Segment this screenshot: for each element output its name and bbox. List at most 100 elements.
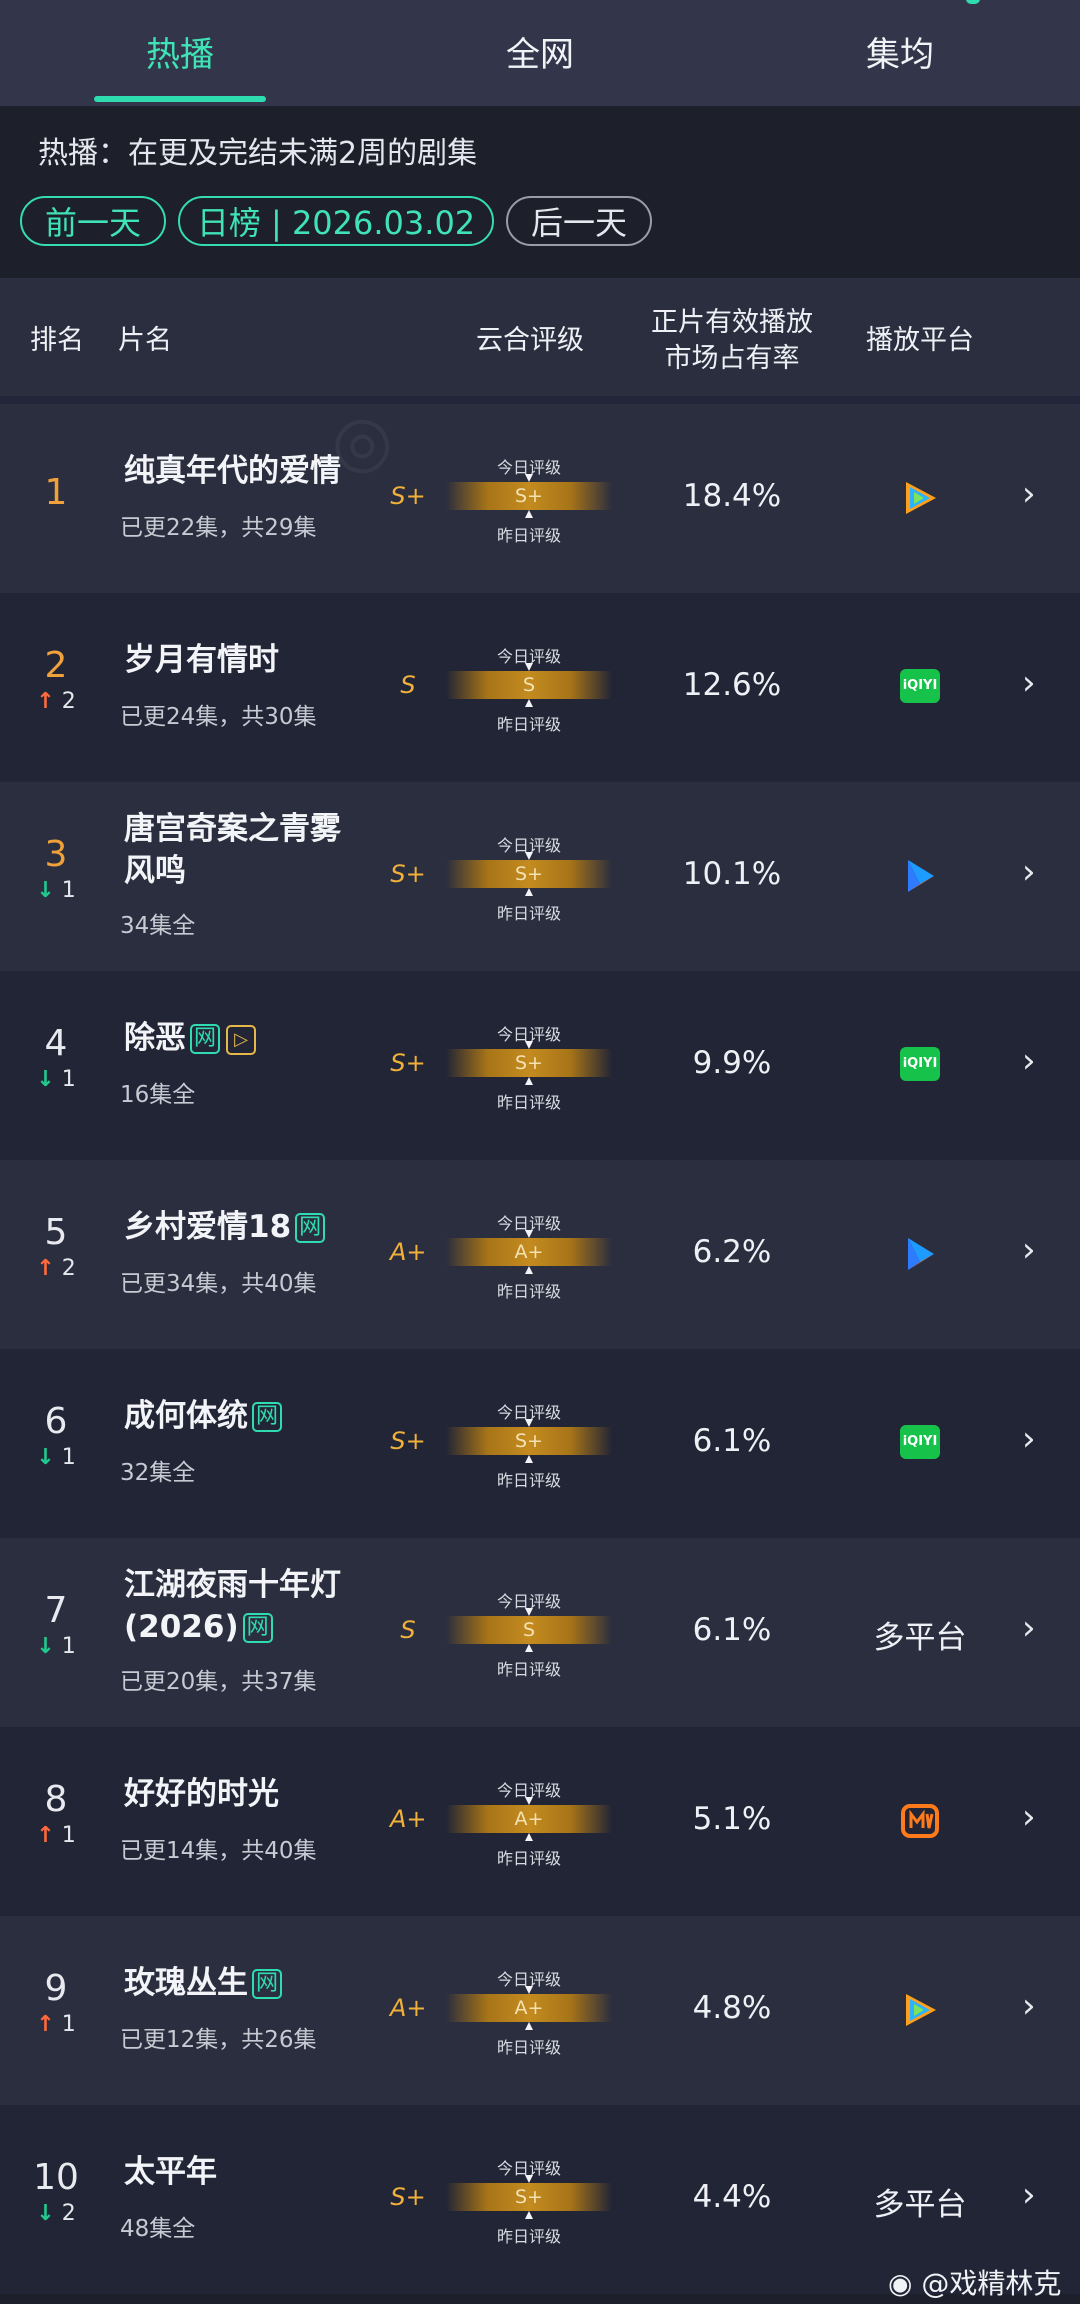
drama-title[interactable]: 太平年 — [124, 2151, 217, 2193]
rank-number: 5 — [44, 1212, 68, 1253]
episode-status: 48集全 — [120, 2216, 196, 2242]
market-share: 6.2% — [692, 1234, 772, 1270]
drama-title[interactable]: 唐宫奇案之青雾 风鸣 — [124, 808, 341, 892]
header-share-line1: 正片有效播放 — [651, 307, 813, 338]
table-row[interactable]: 8 ↑ 1 好好的时光 已更14集，共40集 A+ 今日评级 A+ 昨日评级 5.1% › — [0, 1727, 1080, 1916]
yesterday-grade: S+ — [390, 2183, 426, 2211]
rank-change-value: 2 — [61, 1256, 76, 1281]
today-marker-icon — [525, 663, 533, 671]
arrow-down-icon: ↓ — [36, 1634, 55, 1659]
today-marker-icon — [525, 1797, 533, 1805]
rank-change-value: 2 — [61, 689, 76, 714]
rank-change-value: 1 — [61, 2012, 76, 2037]
iqiyi-icon: iQIYI — [900, 1425, 940, 1459]
drama-title-text: 成何体统 — [124, 1398, 248, 1434]
tab-all-network[interactable]: 全网 — [420, 0, 660, 106]
youku-icon — [908, 860, 934, 892]
rank-change: ↑ 1 — [0, 2012, 112, 2037]
arrow-up-icon: ↑ — [36, 1823, 55, 1848]
grade-gauge: S — [446, 1616, 612, 1644]
table-header: 排名 片名 云合评级 正片有效播放 市场占有率 播放平台 — [0, 278, 1080, 396]
yesterday-marker-icon — [525, 2022, 533, 2030]
rank-number: 6 — [44, 1401, 68, 1442]
table-row[interactable]: 6 ↓ 1 成何体统网 32集全 S+ 今日评级 S+ 昨日评级 6.1% iQIYI › — [0, 1349, 1080, 1538]
drama-title[interactable]: 乡村爱情18 网 — [124, 1206, 326, 1248]
drama-title-line1: 江湖夜雨十年灯 — [124, 1567, 341, 1603]
arrow-up-icon: ↑ — [36, 689, 55, 714]
drama-title[interactable]: 江湖夜雨十年灯 (2026) 网 — [124, 1564, 341, 1648]
web-drama-badge: 网 — [242, 1613, 273, 1643]
table-row[interactable]: 1 纯真年代的爱情 已更22集，共29集 S+ 今日评级 S+ 昨日评级 18.4% › — [0, 404, 1080, 593]
today-marker-icon — [525, 1608, 533, 1616]
drama-title[interactable]: 玫瑰丛生网 — [124, 1962, 283, 2004]
grade-gauge: A+ — [446, 1238, 612, 1266]
chevron-right-icon[interactable]: › — [1022, 1986, 1036, 2026]
next-day-button[interactable]: 后一天 — [506, 196, 652, 246]
rank-change-value: 1 — [61, 878, 76, 903]
table-row[interactable]: 7 ↓ 1 江湖夜雨十年灯 (2026) 网已更20集，共37集 S 今日评级 S 昨日评级 6.… — [0, 1538, 1080, 1727]
table-row[interactable]: 4 ↓ 1 除恶网 ▷ 16集全 S+ 今日评级 S+ 昨日评级 9.9% iQIYI › — [0, 971, 1080, 1160]
table-row[interactable]: 5 ↑ 2 乡村爱情18 网已更34集，共40集 A+ 今日评级 A+ 昨日评级 6.2% › — [0, 1160, 1080, 1349]
episode-status: 32集全 — [120, 1460, 196, 1486]
header-share-line2: 市场占有率 — [664, 343, 800, 374]
rank-number: 4 — [44, 1023, 68, 1064]
drama-title-line2: (2026) — [124, 1609, 239, 1645]
tab-hot[interactable]: 热播 — [60, 0, 300, 106]
mango-tv-icon — [901, 1804, 939, 1838]
chevron-right-icon[interactable]: › — [1022, 1419, 1036, 1459]
market-share: 4.8% — [692, 1990, 772, 2026]
today-grade: S+ — [515, 485, 543, 507]
drama-title[interactable]: 纯真年代的爱情 — [124, 450, 341, 492]
yesterday-marker-icon — [525, 2211, 533, 2219]
chevron-right-icon[interactable]: › — [1022, 1230, 1036, 1270]
chevron-right-icon[interactable]: › — [1022, 1608, 1036, 1648]
yesterday-grade-label: 昨日评级 — [496, 715, 561, 734]
grade-gauge: S+ — [446, 482, 612, 510]
header-rank: 排名 — [30, 325, 84, 356]
rank-change-value: 2 — [61, 2201, 76, 2226]
prev-day-button[interactable]: 前一天 — [20, 196, 166, 246]
drama-title[interactable]: 好好的时光 — [124, 1773, 279, 1815]
rank-number: 7 — [44, 1590, 68, 1631]
tab-episode-average[interactable]: 集均 — [780, 0, 1020, 106]
table-row[interactable]: 2 ↑ 2 岁月有情时 已更24集，共30集 S 今日评级 S 昨日评级 12.6% iQIYI › — [0, 593, 1080, 782]
yesterday-grade: S — [400, 1616, 416, 1644]
episode-status: 34集全 — [120, 913, 196, 939]
yesterday-grade: S+ — [390, 1427, 426, 1455]
today-grade: S+ — [515, 1430, 543, 1452]
chevron-right-icon[interactable]: › — [1022, 1041, 1036, 1081]
rank-change-value: 1 — [61, 1823, 76, 1848]
today-marker-icon — [525, 474, 533, 482]
table-row[interactable]: 3 ↓ 1 唐宫奇案之青雾 风鸣 34集全 S+ 今日评级 S+ 昨日评级 10.1% › — [0, 782, 1080, 971]
today-marker-icon — [525, 1041, 533, 1049]
yesterday-grade: S+ — [390, 860, 426, 888]
rank-change-value: 1 — [61, 1445, 76, 1470]
chevron-right-icon[interactable]: › — [1022, 852, 1036, 892]
today-marker-icon — [525, 1419, 533, 1427]
today-marker-icon — [525, 852, 533, 860]
chevron-right-icon[interactable]: › — [1022, 663, 1036, 703]
today-marker-icon — [525, 1986, 533, 1994]
arrow-down-icon: ↓ — [36, 1067, 55, 1092]
market-share: 10.1% — [682, 856, 782, 892]
yesterday-grade-label: 昨日评级 — [496, 1093, 561, 1112]
chevron-right-icon[interactable]: › — [1022, 1797, 1036, 1837]
yesterday-grade: S+ — [390, 482, 426, 510]
drama-title[interactable]: 除恶网 ▷ — [124, 1017, 257, 1059]
premiere-badge-icon: ▷ — [226, 1025, 257, 1055]
table-row[interactable]: 9 ↑ 1 玫瑰丛生网已更12集，共26集 A+ 今日评级 A+ 昨日评级 4.8% › — [0, 1916, 1080, 2105]
drama-title-text: 乡村爱情18 — [124, 1209, 292, 1245]
drama-title-text: 岁月有情时 — [124, 642, 279, 678]
yesterday-grade-label: 昨日评级 — [496, 904, 561, 923]
date-selector[interactable]: 日榜 | 2026.03.02 — [178, 196, 494, 246]
market-share: 12.6% — [682, 667, 782, 703]
rank-change: ↑ 2 — [0, 689, 112, 714]
drama-title[interactable]: 岁月有情时 — [124, 639, 279, 681]
today-grade: A+ — [514, 1241, 544, 1263]
grade-gauge: A+ — [446, 1994, 612, 2022]
header-title: 片名 — [118, 325, 172, 356]
chevron-right-icon[interactable]: › — [1022, 474, 1036, 514]
drama-title[interactable]: 成何体统网 — [124, 1395, 283, 1437]
chevron-right-icon[interactable]: › — [1022, 2175, 1036, 2215]
rank-number: 8 — [44, 1779, 68, 1820]
